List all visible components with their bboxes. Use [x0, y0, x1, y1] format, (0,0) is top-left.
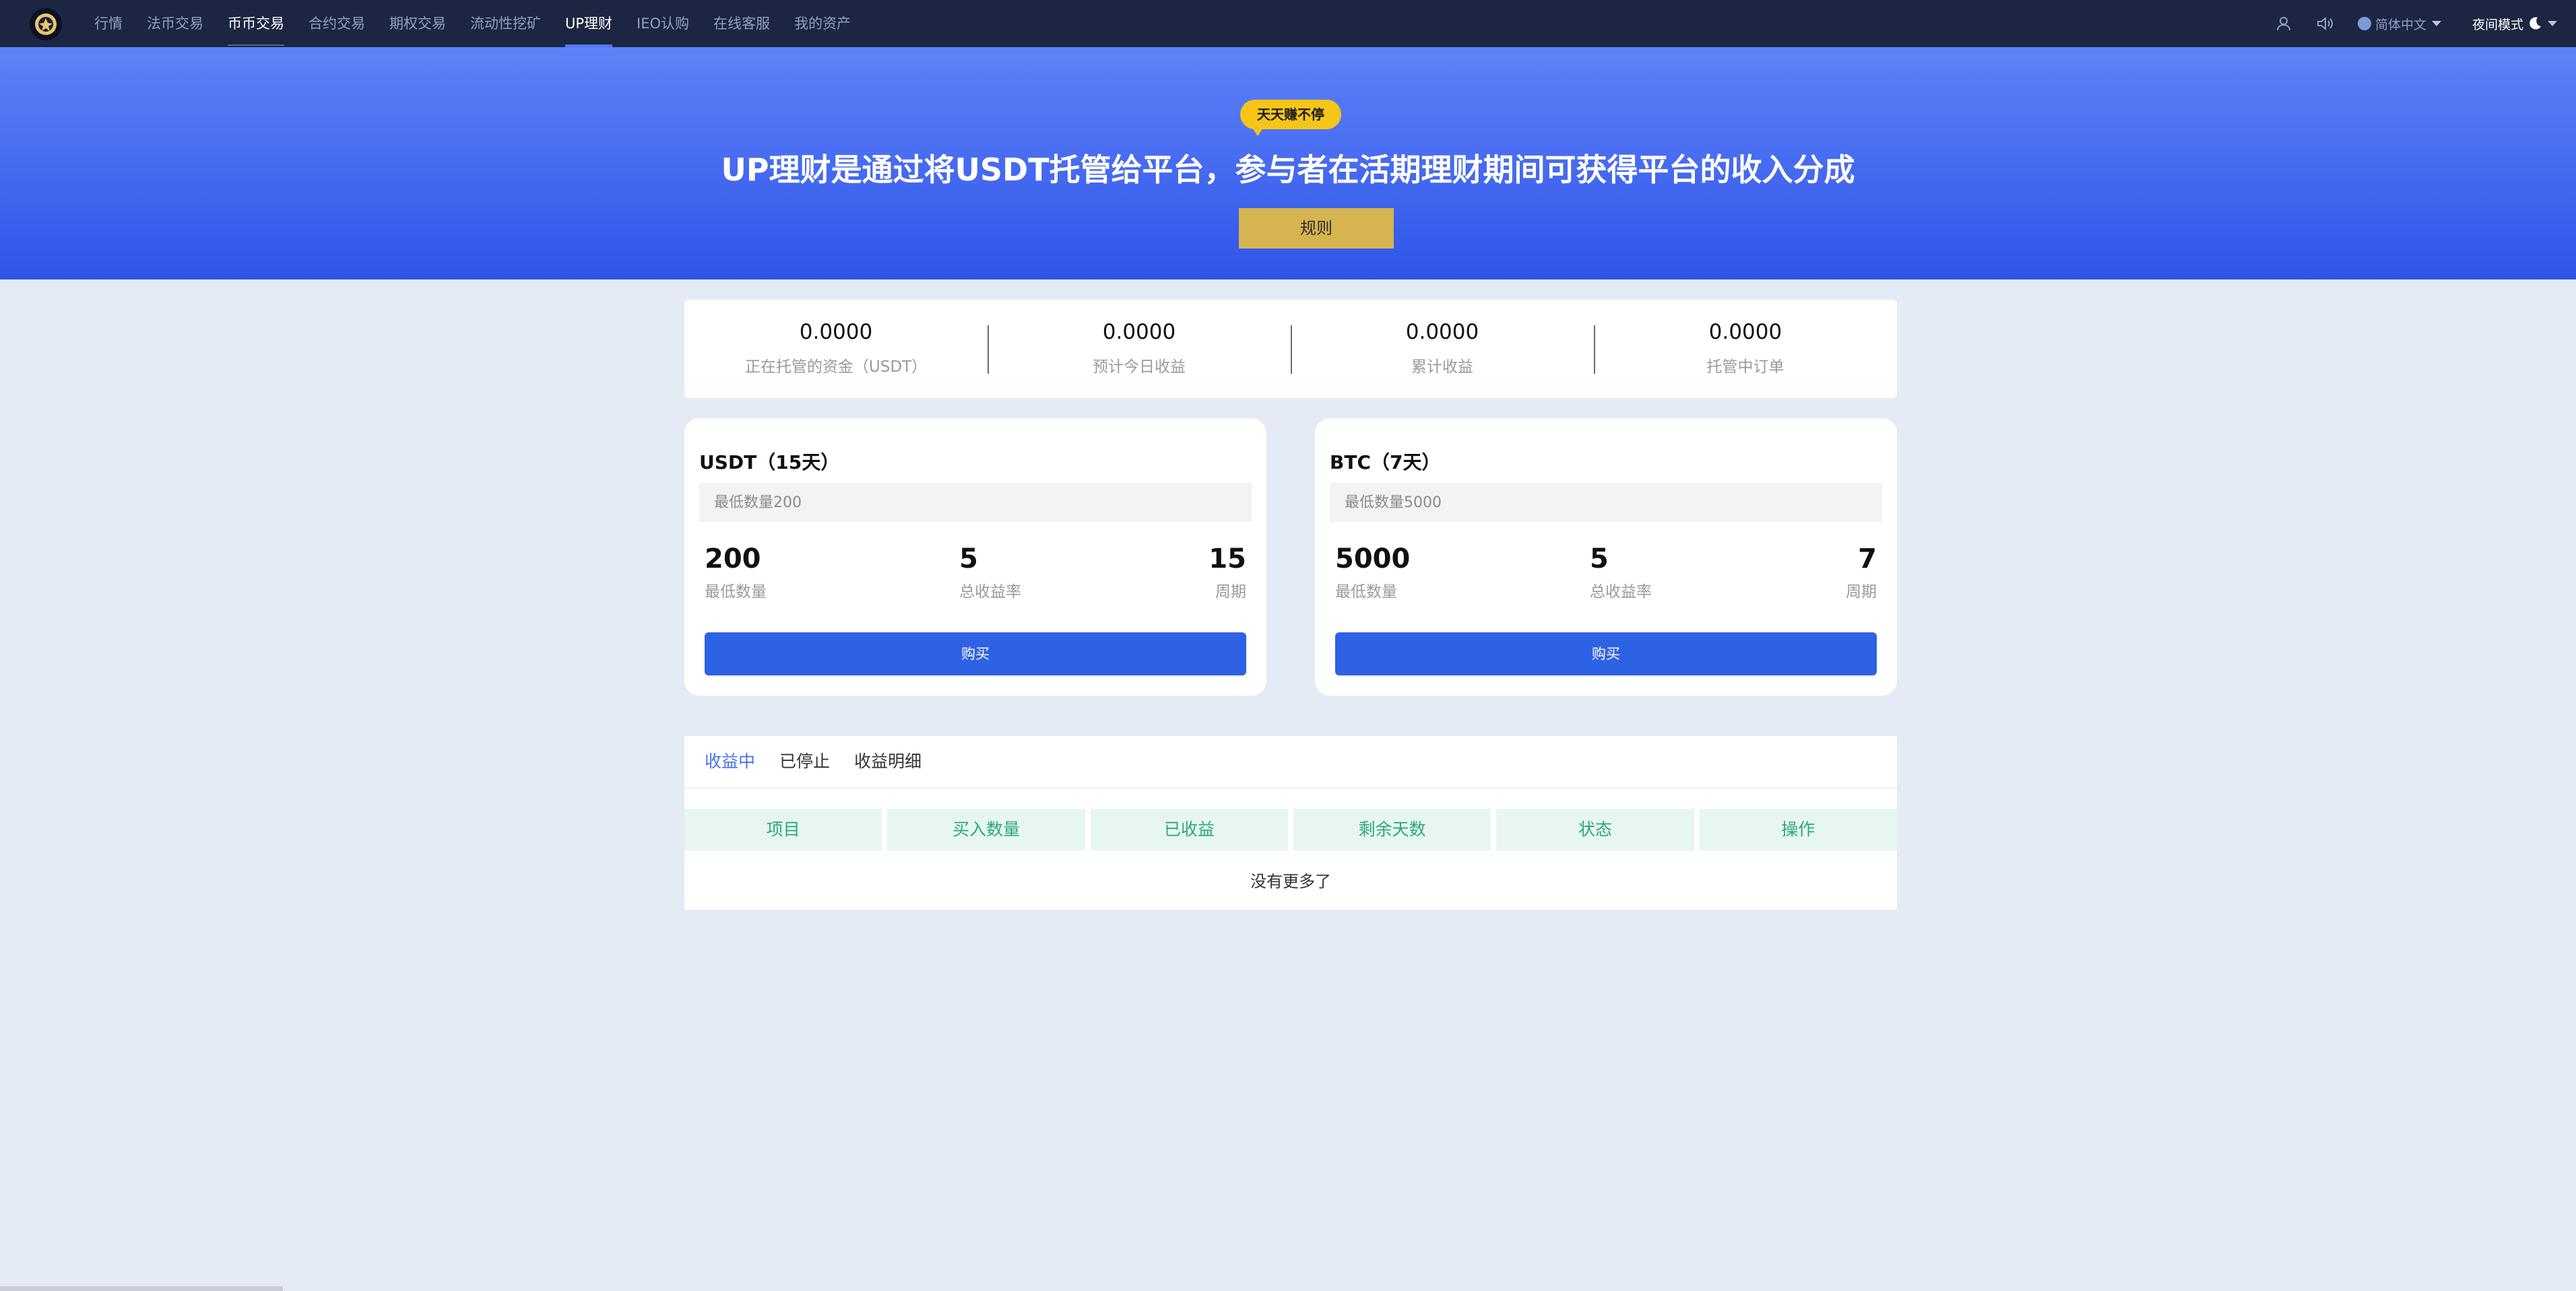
tab-stopped[interactable]: 已停止 — [779, 736, 830, 787]
nav-market[interactable]: 行情 — [94, 0, 123, 47]
metric-min-amount: 200 最低数量 — [705, 543, 767, 601]
nav-support[interactable]: 在线客服 — [713, 0, 770, 47]
nav-spot-trade[interactable]: 币币交易 — [228, 0, 284, 47]
nav-fiat-trade[interactable]: 法币交易 — [147, 0, 203, 47]
stat-value: 0.0000 — [799, 320, 873, 344]
speaker-icon[interactable] — [2316, 15, 2333, 32]
tab-earning[interactable]: 收益中 — [705, 736, 755, 787]
chevron-down-icon — [2431, 21, 2441, 26]
stat-custody-orders: 0.0000 托管中订单 — [1594, 300, 1897, 398]
metric-value: 7 — [1858, 543, 1877, 574]
metric-value: 5 — [1590, 543, 1609, 574]
stats-panel: 0.0000 正在托管的资金（USDT） 0.0000 预计今日收益 0.000… — [684, 300, 1897, 398]
tabs-divider — [684, 787, 1897, 789]
column-header-buy-amount: 买入数量 — [887, 809, 1085, 851]
language-selector[interactable]: 简体中文 — [2357, 15, 2441, 33]
stat-label: 正在托管的资金（USDT） — [744, 358, 928, 376]
chevron-down-icon — [2548, 21, 2557, 26]
banner-title: UP理财是通过将USDT托管给平台，参与者在活期理财期间可获得平台的收入分成 — [721, 152, 1855, 188]
metric-value: 15 — [1209, 543, 1246, 574]
buy-button[interactable]: 购买 — [1335, 632, 1877, 675]
logo-icon[interactable] — [30, 8, 62, 40]
metric-value: 200 — [705, 543, 761, 574]
stat-value: 0.0000 — [1708, 320, 1782, 344]
stat-today-income: 0.0000 预计今日收益 — [988, 300, 1291, 398]
rules-button[interactable]: 规则 — [1239, 208, 1394, 249]
column-header-action: 操作 — [1699, 809, 1897, 851]
user-icon[interactable] — [2276, 15, 2292, 32]
nav-contract-trade[interactable]: 合约交易 — [309, 0, 365, 47]
column-header-status: 状态 — [1496, 809, 1694, 851]
metric-label: 周期 — [1846, 583, 1877, 601]
stat-custody-funds: 0.0000 正在托管的资金（USDT） — [684, 300, 988, 398]
metric-label: 最低数量 — [705, 583, 767, 601]
empty-state-text: 没有更多了 — [1250, 872, 1331, 891]
product-card-usdt: USDT（15天） 200 最低数量 5 总收益率 15 周期 购买 — [684, 418, 1266, 696]
nav-ieo[interactable]: IEO认购 — [637, 0, 689, 47]
product-title: USDT（15天） — [699, 451, 840, 473]
metric-min-amount: 5000 最低数量 — [1335, 543, 1410, 601]
amount-input[interactable] — [699, 483, 1252, 522]
nav-options-trade[interactable]: 期权交易 — [389, 0, 446, 47]
orders-table-header: 项目 买入数量 已收益 剩余天数 状态 操作 — [684, 809, 1897, 851]
stat-label: 托管中订单 — [1706, 358, 1784, 376]
metric-period: 7 周期 — [1846, 543, 1877, 601]
amount-input[interactable] — [1330, 483, 1882, 522]
stat-value: 0.0000 — [1405, 320, 1479, 344]
horizontal-scrollbar[interactable] — [0, 1286, 283, 1291]
hero-banner: 天天赚不停 UP理财是通过将USDT托管给平台，参与者在活期理财期间可获得平台的… — [0, 47, 2576, 279]
nav-my-assets[interactable]: 我的资产 — [794, 0, 851, 47]
language-label: 简体中文 — [2375, 17, 2426, 32]
nav-right-tools: 简体中文 夜间模式 — [2251, 0, 2557, 47]
metric-value: 5 — [959, 543, 978, 574]
metric-value: 5000 — [1335, 543, 1411, 574]
night-mode-label: 夜间模式 — [2472, 17, 2523, 32]
nav-liquidity-mining[interactable]: 流动性挖矿 — [470, 0, 541, 47]
stat-label: 累计收益 — [1411, 358, 1473, 376]
metric-total-yield: 5 总收益率 — [1590, 543, 1652, 601]
promo-badge: 天天赚不停 — [1240, 100, 1341, 136]
top-navbar: 行情 法币交易 币币交易 合约交易 期权交易 流动性挖矿 UP理财 IEO认购 … — [0, 0, 2576, 47]
globe-icon — [2357, 17, 2371, 30]
column-header-days-left: 剩余天数 — [1293, 809, 1491, 851]
stat-label: 预计今日收益 — [1093, 358, 1186, 376]
metric-label: 总收益率 — [959, 583, 1021, 601]
buy-button[interactable]: 购买 — [705, 632, 1246, 675]
moon-icon — [2530, 17, 2541, 30]
product-card-btc: BTC（7天） 5000 最低数量 5 总收益率 7 周期 购买 — [1315, 418, 1897, 696]
nav-up-finance[interactable]: UP理财 — [565, 0, 613, 47]
metric-label: 总收益率 — [1590, 583, 1652, 601]
stat-value: 0.0000 — [1102, 320, 1176, 344]
orders-tabs: 收益中 已停止 收益明细 — [705, 736, 946, 787]
column-header-project: 项目 — [684, 809, 882, 851]
orders-panel: 收益中 已停止 收益明细 项目 买入数量 已收益 剩余天数 状态 操作 没有更多… — [684, 736, 1897, 910]
tab-income-details[interactable]: 收益明细 — [854, 736, 922, 787]
stat-total-income: 0.0000 累计收益 — [1291, 300, 1594, 398]
metric-period: 15 周期 — [1209, 543, 1246, 601]
night-mode-toggle[interactable]: 夜间模式 — [2472, 15, 2557, 33]
metric-label: 最低数量 — [1335, 583, 1397, 601]
product-title: BTC（7天） — [1330, 451, 1441, 473]
main-nav: 行情 法币交易 币币交易 合约交易 期权交易 流动性挖矿 UP理财 IEO认购 … — [94, 0, 875, 47]
column-header-earned: 已收益 — [1090, 809, 1288, 851]
metric-total-yield: 5 总收益率 — [959, 543, 1021, 601]
metric-label: 周期 — [1215, 583, 1246, 601]
